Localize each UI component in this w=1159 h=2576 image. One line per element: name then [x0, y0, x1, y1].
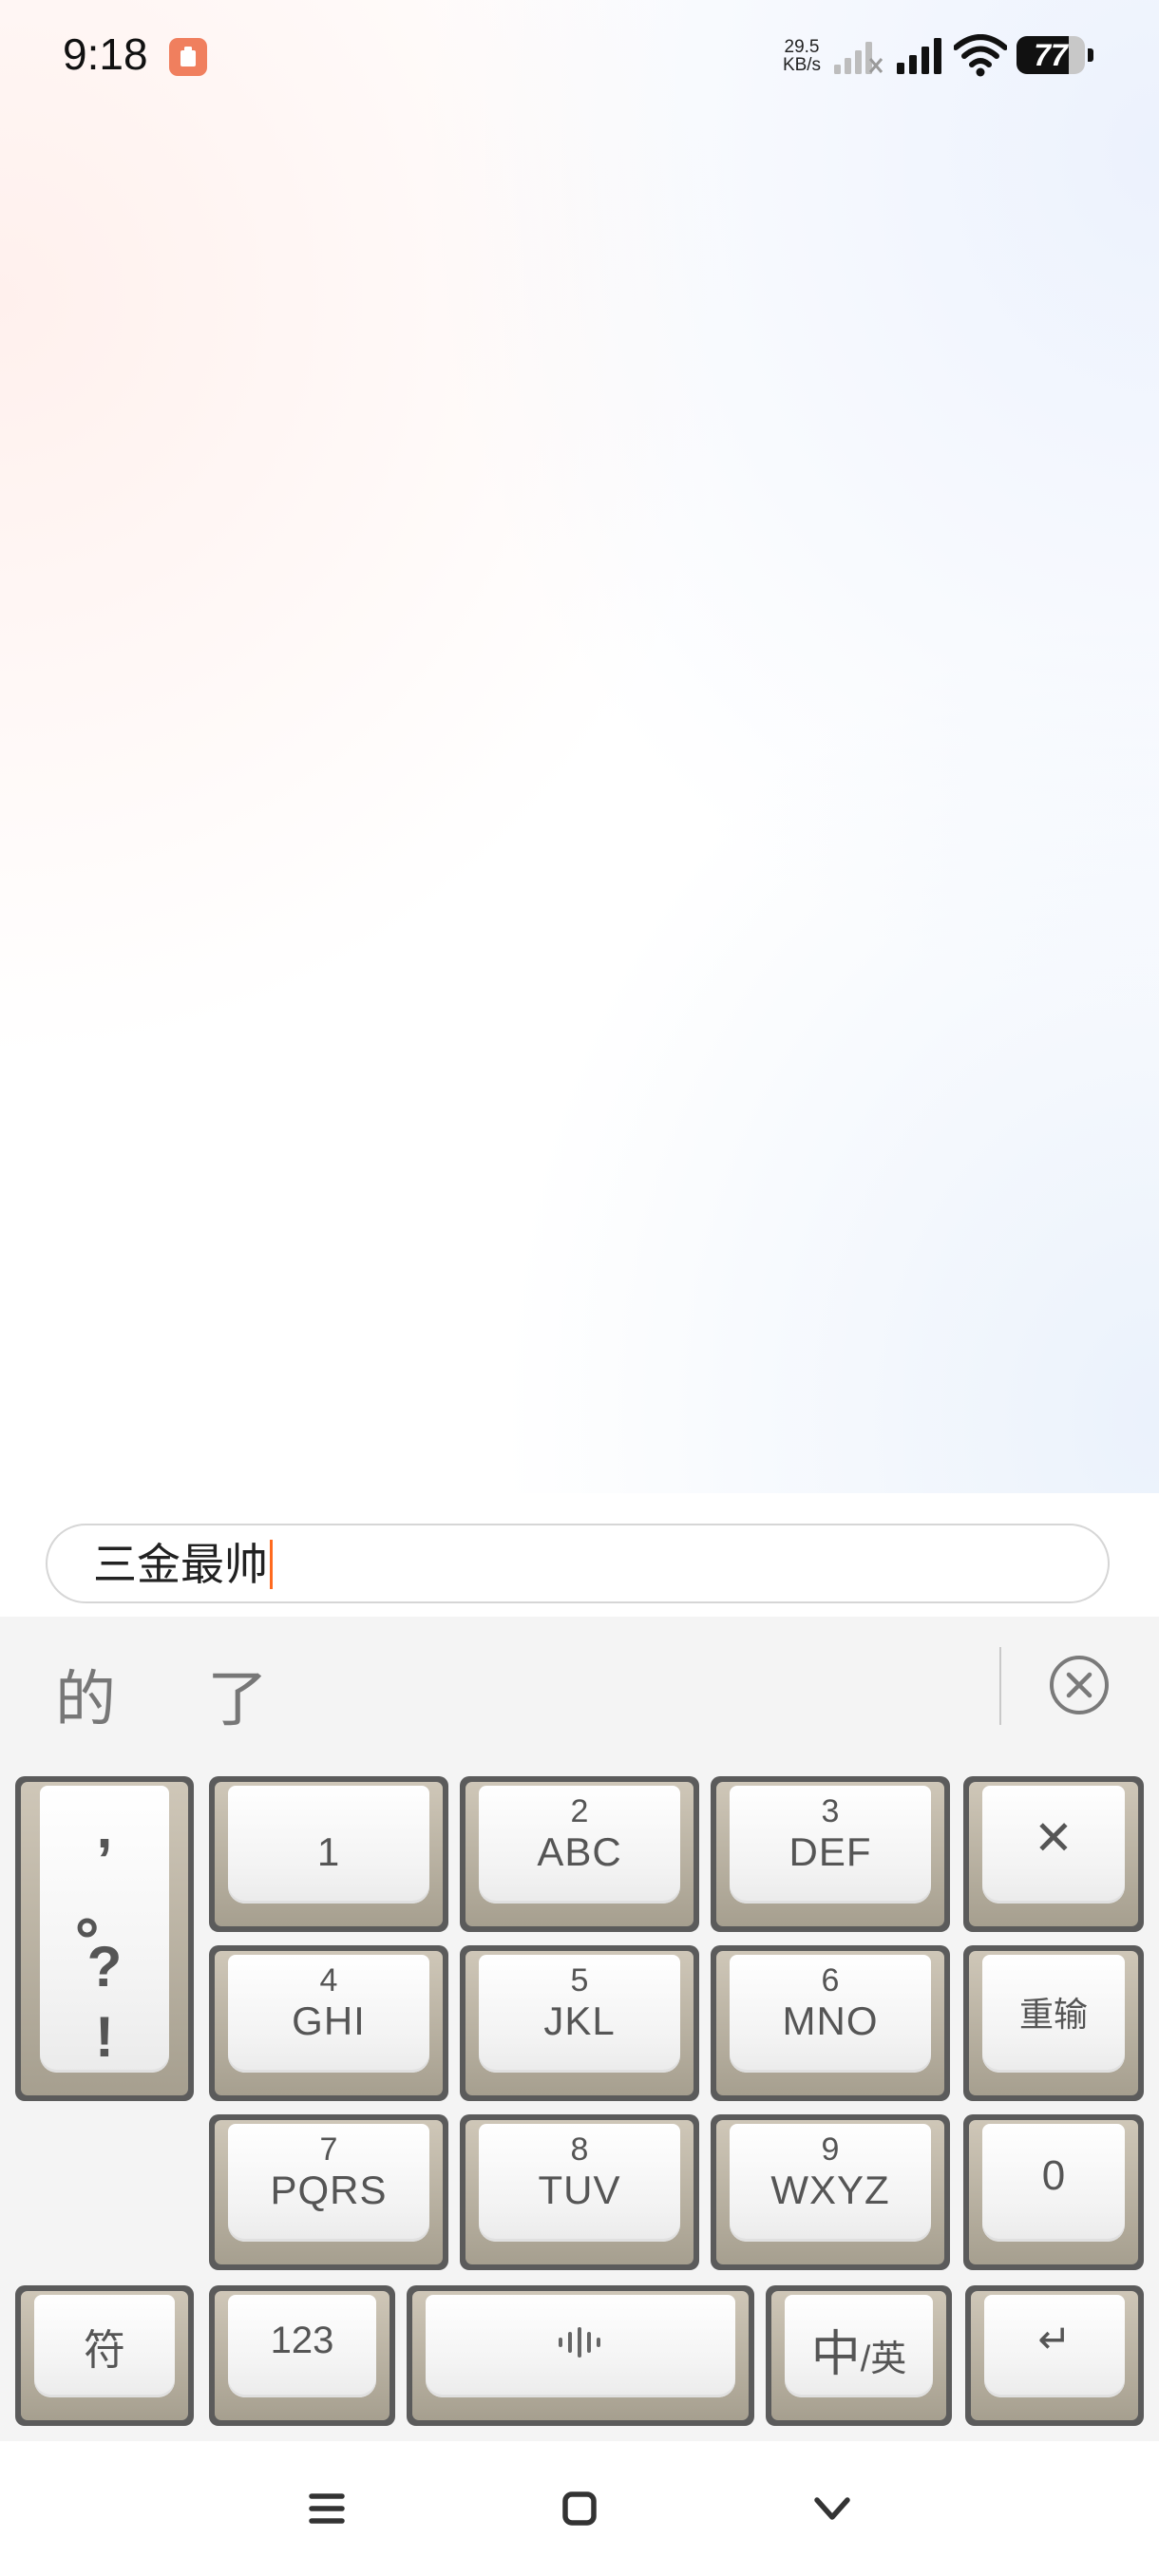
language-switch-key[interactable]: 中/英 — [766, 2285, 952, 2426]
candidate-word-2[interactable]: 了 — [207, 1651, 268, 1738]
battery-icon: 77 — [1016, 36, 1094, 74]
key-6-letters: MNO — [782, 1998, 879, 2043]
input-bar: 三金最帅 — [0, 1493, 1159, 1617]
candidate-word-1[interactable]: 的 — [55, 1651, 116, 1738]
symbols-label: 符 — [84, 2327, 125, 2374]
key-0-label: 0 — [1041, 2152, 1066, 2199]
enter-key[interactable]: ↵ — [965, 2285, 1144, 2426]
key-5-letters: JKL — [543, 1998, 616, 2043]
punctuation-key[interactable]: , 。 ? ! — [15, 1776, 194, 2101]
delete-key[interactable]: ✕ — [963, 1776, 1144, 1932]
retype-key[interactable]: 重输 — [963, 1945, 1144, 2101]
key-8-num: 8 — [570, 2131, 589, 2168]
key-3-def[interactable]: 3 DEF — [711, 1776, 950, 1932]
key-9-letters: WXYZ — [770, 2168, 890, 2212]
enter-icon: ↵ — [1037, 2317, 1072, 2361]
lang-en-label: /英 — [860, 2339, 907, 2379]
key-2-letters: ABC — [537, 1829, 622, 1874]
key-4-num: 4 — [319, 1962, 338, 1998]
ime-keyboard: 的 了 , 。 ? ! 1 2 ABC 3 DEF ✕ 4 GHI 5 JKL … — [0, 1617, 1159, 2441]
key-1[interactable]: 1 — [209, 1776, 448, 1932]
space-key[interactable] — [407, 2285, 754, 2426]
key-3-num: 3 — [821, 1793, 840, 1829]
home-icon[interactable] — [542, 2479, 618, 2538]
signal-sim1-icon — [897, 38, 941, 74]
input-text: 三金最帅 — [93, 1540, 268, 1589]
key-7-num: 7 — [319, 2131, 338, 2168]
punct-exclaim[interactable]: ! — [15, 2004, 194, 2070]
key-1-label: 1 — [316, 1829, 341, 1874]
number-mode-key[interactable]: 123 — [209, 2285, 395, 2426]
key-5-num: 5 — [570, 1962, 589, 1998]
net-speed: 29.5 KB/s — [775, 38, 828, 74]
retype-label: 重输 — [1018, 1995, 1088, 2034]
key-8-tuv[interactable]: 8 TUV — [460, 2114, 699, 2270]
symbols-key[interactable]: 符 — [15, 2285, 194, 2426]
key-7-pqrs[interactable]: 7 PQRS — [209, 2114, 448, 2270]
key-7-letters: PQRS — [270, 2168, 388, 2212]
app-notification-icon — [169, 38, 207, 76]
key-9-num: 9 — [821, 2131, 840, 2168]
net-speed-unit: KB/s — [782, 55, 822, 75]
status-bar: 9:18 29.5 KB/s 77 — [0, 0, 1159, 114]
key-5-jkl[interactable]: 5 JKL — [460, 1945, 699, 2101]
key-8-letters: TUV — [538, 2168, 621, 2212]
key-6-mno[interactable]: 6 MNO — [711, 1945, 950, 2101]
number-mode-label: 123 — [270, 2320, 334, 2361]
battery-level: 77 — [1034, 38, 1068, 72]
key-6-num: 6 — [821, 1962, 840, 1998]
key-9-wxyz[interactable]: 9 WXYZ — [711, 2114, 950, 2270]
menu-icon[interactable] — [289, 2479, 365, 2538]
back-icon[interactable] — [794, 2479, 870, 2538]
voice-wave-icon — [559, 2327, 600, 2358]
key-4-ghi[interactable]: 4 GHI — [209, 1945, 448, 2101]
signal-sim2-icon — [834, 42, 884, 74]
app-background — [0, 0, 1159, 1493]
key-3-letters: DEF — [788, 1829, 872, 1874]
key-4-letters: GHI — [292, 1998, 366, 2043]
wifi-icon — [954, 34, 1007, 77]
text-input-field[interactable]: 三金最帅 — [46, 1524, 1110, 1603]
text-caret — [270, 1540, 273, 1589]
net-speed-value: 29.5 — [784, 37, 820, 57]
language-switch-label: 中/英 — [766, 2314, 952, 2385]
lang-cn-label: 中 — [810, 2327, 861, 2382]
close-circle-icon[interactable] — [1049, 1655, 1110, 1715]
punct-question[interactable]: ? — [15, 1934, 194, 1999]
key-2-abc[interactable]: 2 ABC — [460, 1776, 699, 1932]
clock: 9:18 — [63, 29, 148, 79]
key-0[interactable]: 0 — [963, 2114, 1144, 2270]
key-2-num: 2 — [570, 1793, 589, 1829]
system-nav-bar — [0, 2441, 1159, 2576]
punct-comma[interactable]: , — [15, 1795, 194, 1861]
delete-icon: ✕ — [1034, 1811, 1074, 1865]
candidate-divider — [999, 1647, 1001, 1725]
